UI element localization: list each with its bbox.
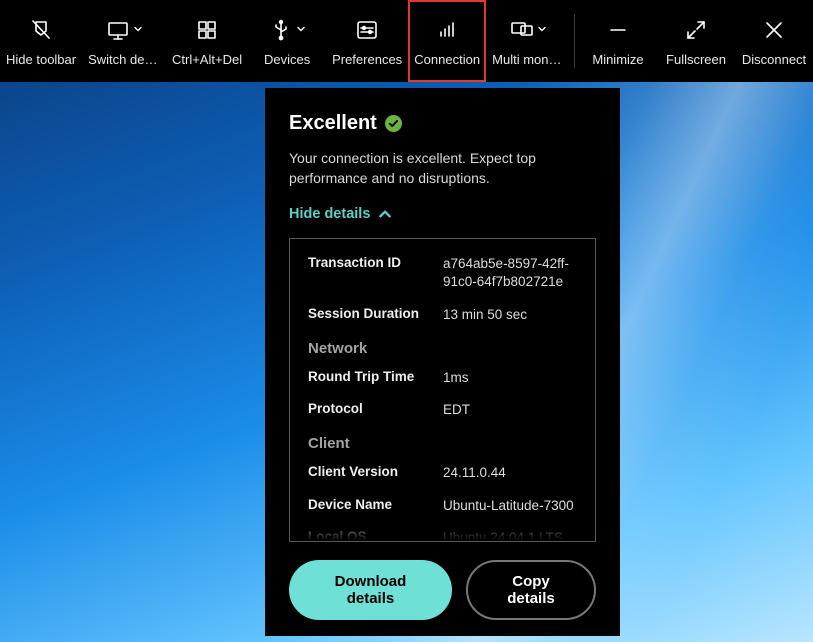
detail-row: Local OSUbuntu 24.04.1 LTS (Noble Numbat… <box>308 529 577 542</box>
fullscreen-icon <box>684 16 708 44</box>
detail-value: a764ab5e-8597-42ff-91c0-64f7b802721e <box>443 255 577 291</box>
toolbar-label: Ctrl+Alt+Del <box>172 52 242 67</box>
detail-value: 13 min 50 sec <box>443 306 577 324</box>
toolbar-label: Devices <box>264 52 310 67</box>
detail-key: Local OS <box>308 529 443 542</box>
detail-key: Device Name <box>308 497 443 515</box>
toolbar-multi-monitor[interactable]: Multi monit... <box>486 0 570 82</box>
detail-value: Ubuntu 24.04.1 LTS (Noble Numbat) <box>443 529 577 542</box>
detail-row: Session Duration13 min 50 sec <box>308 306 577 324</box>
toolbar-minimize[interactable]: Minimize <box>579 0 657 82</box>
copy-details-button[interactable]: Copy details <box>466 560 596 620</box>
status-ok-icon <box>385 115 402 132</box>
detail-value: 24.11.0.44 <box>443 464 577 482</box>
toolbar-switch-desktop[interactable]: Switch desk... <box>82 0 166 82</box>
usb-icon <box>269 16 306 44</box>
monitor-icon <box>106 16 143 44</box>
detail-row: Round Trip Time1ms <box>308 369 577 387</box>
detail-key: Round Trip Time <box>308 369 443 387</box>
toolbar-ctrl-alt-del[interactable]: Ctrl+Alt+Del <box>166 0 248 82</box>
toolbar-devices[interactable]: Devices <box>248 0 326 82</box>
toolbar-label: Disconnect <box>742 52 806 67</box>
grid-icon <box>195 16 219 44</box>
connection-panel: Excellent Your connection is excellent. … <box>265 88 620 636</box>
pin-off-icon <box>29 16 53 44</box>
details-box: Transaction IDa764ab5e-8597-42ff-91c0-64… <box>289 238 596 542</box>
detail-row: Device NameUbuntu-Latitude-7300 <box>308 497 577 515</box>
detail-row: Client Version24.11.0.44 <box>308 464 577 482</box>
detail-key: Session Duration <box>308 306 443 324</box>
detail-key: Client Version <box>308 464 443 482</box>
toolbar-label: Multi monit... <box>492 52 564 67</box>
detail-value: Ubuntu-Latitude-7300 <box>443 497 577 515</box>
detail-value: EDT <box>443 401 577 419</box>
toggle-details-button[interactable]: Hide details <box>289 206 596 222</box>
detail-key: Transaction ID <box>308 255 443 291</box>
client-heading: Client <box>308 435 577 452</box>
detail-value: 1ms <box>443 369 577 387</box>
toolbar-label: Minimize <box>592 52 643 67</box>
toolbar-label: Hide toolbar <box>6 52 76 67</box>
toolbar: Hide toolbar Switch desk... Ctrl+Alt+Del De… <box>0 0 813 82</box>
toolbar-hide-toolbar[interactable]: Hide toolbar <box>0 0 82 82</box>
close-icon <box>762 16 786 44</box>
signal-icon <box>435 16 459 44</box>
monitors-icon <box>510 16 547 44</box>
detail-row: Transaction IDa764ab5e-8597-42ff-91c0-64… <box>308 255 577 291</box>
download-details-button[interactable]: Download details <box>289 560 452 620</box>
toolbar-preferences[interactable]: Preferences <box>326 0 408 82</box>
chevron-up-icon <box>378 207 392 221</box>
detail-row: ProtocolEDT <box>308 401 577 419</box>
toolbar-fullscreen[interactable]: Fullscreen <box>657 0 735 82</box>
detail-key: Protocol <box>308 401 443 419</box>
network-heading: Network <box>308 340 577 357</box>
toolbar-label: Fullscreen <box>666 52 726 67</box>
sliders-icon <box>355 16 379 44</box>
status-title: Excellent <box>289 112 377 135</box>
toolbar-label: Preferences <box>332 52 402 67</box>
status-description: Your connection is excellent. Expect top… <box>289 149 569 188</box>
toolbar-connection[interactable]: Connection <box>408 0 486 82</box>
toolbar-label: Switch desk... <box>88 52 160 67</box>
toolbar-label: Connection <box>414 52 480 67</box>
toggle-details-label: Hide details <box>289 206 370 222</box>
toolbar-disconnect[interactable]: Disconnect <box>735 0 813 82</box>
minimize-icon <box>606 16 630 44</box>
